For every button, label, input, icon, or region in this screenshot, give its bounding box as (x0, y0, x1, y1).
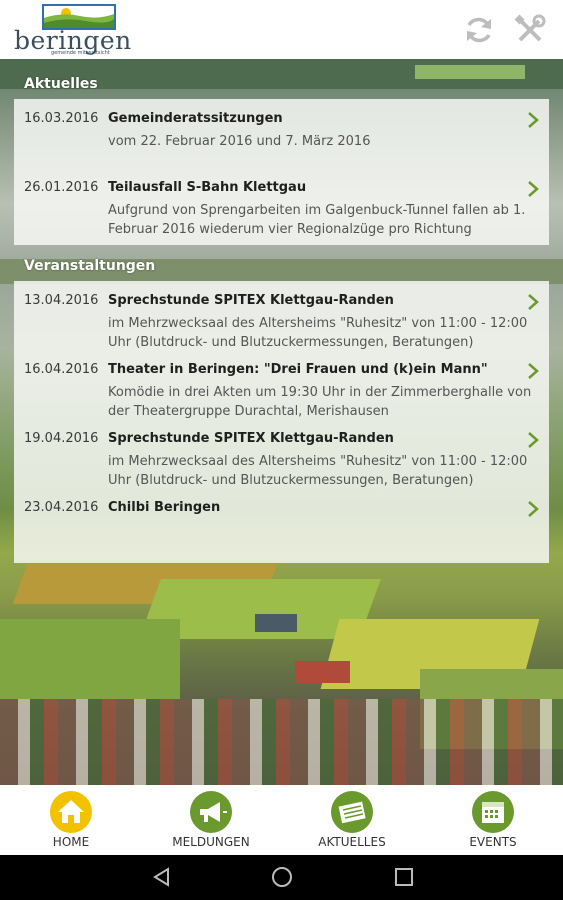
news-date: 26.01.2016 (24, 180, 99, 195)
beringen-logo: beringen gemeinde mit weitsicht (14, 4, 134, 56)
calendar-icon (482, 802, 504, 823)
veranstaltungen-panel: 13.04.2016 Sprechstunde SPITEX Klettgau-… (14, 281, 549, 563)
nav-events[interactable]: EVENTS (443, 785, 543, 855)
section-title-veranstaltungen: Veranstaltungen (24, 258, 156, 274)
news-date: 16.03.2016 (24, 111, 99, 126)
bottom-navigation: HOME MELDUNGEN AKTUELLES EVENTS (0, 785, 563, 855)
event-title: Sprechstunde SPITEX Klettgau-Randen (108, 431, 394, 446)
nav-events-label: EVENTS (469, 835, 517, 849)
aktuelles-panel: 16.03.2016 Gemeinderatssitzungen vom 22.… (14, 99, 549, 245)
recents-icon[interactable] (392, 865, 416, 889)
chevron-right-icon (528, 501, 539, 517)
news-title: Gemeinderatssitzungen (108, 111, 283, 126)
event-item[interactable]: 19.04.2016 Sprechstunde SPITEX Klettgau-… (14, 431, 549, 491)
news-item[interactable]: 16.03.2016 Gemeinderatssitzungen vom 22.… (14, 111, 549, 161)
back-icon[interactable] (150, 865, 174, 889)
event-description: im Mehrzwecksaal des Altersheims "Ruhesi… (108, 316, 528, 350)
event-title: Chilbi Beringen (108, 500, 221, 515)
app-header: beringen gemeinde mit weitsicht (0, 0, 563, 59)
section-title-aktuelles: Aktuelles (24, 76, 98, 92)
nav-aktuelles-label: AKTUELLES (318, 835, 386, 849)
event-date: 16.04.2016 (24, 362, 99, 377)
nav-meldungen-label: MELDUNGEN (172, 835, 250, 849)
event-item[interactable]: 16.04.2016 Theater in Beringen: "Drei Fr… (14, 362, 549, 422)
system-navigation-bar (0, 855, 563, 900)
newspaper-icon (338, 801, 366, 824)
megaphone-icon (200, 802, 227, 822)
event-title: Sprechstunde SPITEX Klettgau-Randen (108, 293, 394, 308)
nav-meldungen[interactable]: MELDUNGEN (161, 785, 261, 855)
nav-events-circle (472, 791, 514, 833)
tools-icon[interactable] (513, 13, 547, 47)
news-description: Aufgrund von Sprengarbeiten im Galgenbuc… (108, 203, 526, 237)
event-item[interactable]: 13.04.2016 Sprechstunde SPITEX Klettgau-… (14, 293, 549, 353)
event-title: Theater in Beringen: "Drei Frauen und (k… (108, 362, 488, 377)
nav-aktuelles-circle (331, 791, 373, 833)
news-item[interactable]: 26.01.2016 Teilausfall S-Bahn Klettgau A… (14, 180, 549, 240)
chevron-right-icon (528, 363, 539, 379)
event-description: Komödie in drei Akten um 19:30 Uhr in de… (108, 385, 532, 419)
nav-home[interactable]: HOME (21, 785, 121, 855)
chevron-right-icon (528, 112, 539, 128)
event-item[interactable]: 23.04.2016 Chilbi Beringen (14, 500, 549, 530)
nav-home-circle (50, 791, 92, 833)
event-date: 23.04.2016 (24, 500, 99, 515)
refresh-icon[interactable] (462, 13, 496, 47)
home-circle-icon[interactable] (270, 865, 294, 889)
event-date: 13.04.2016 (24, 293, 99, 308)
chevron-right-icon (528, 181, 539, 197)
event-date: 19.04.2016 (24, 431, 99, 446)
nav-meldungen-circle (190, 791, 232, 833)
home-icon (58, 800, 84, 823)
chevron-right-icon (528, 432, 539, 448)
logo-tagline: gemeinde mit weitsicht (51, 50, 110, 56)
event-description: im Mehrzwecksaal des Altersheims "Ruhesi… (108, 454, 528, 488)
news-description: vom 22. Februar 2016 und 7. März 2016 (108, 134, 371, 149)
news-title: Teilausfall S-Bahn Klettgau (108, 180, 307, 195)
nav-home-label: HOME (52, 835, 90, 849)
nav-aktuelles[interactable]: AKTUELLES (302, 785, 402, 855)
chevron-right-icon (528, 294, 539, 310)
